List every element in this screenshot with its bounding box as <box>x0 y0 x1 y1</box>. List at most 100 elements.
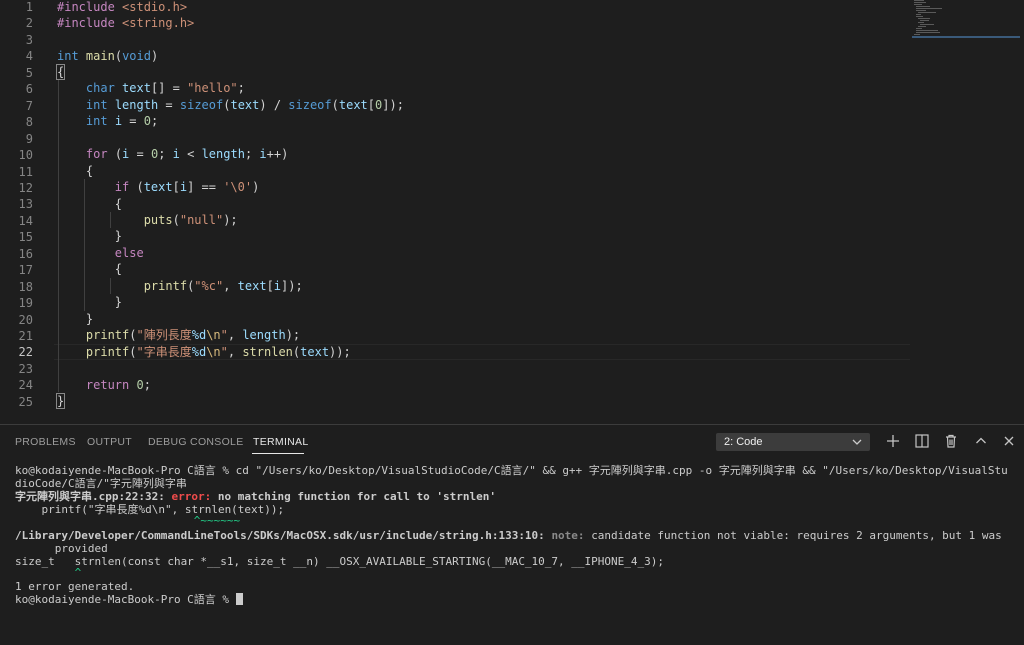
code-token: printf <box>85 328 130 342</box>
active-tab-indicator <box>252 453 304 454</box>
trash-icon[interactable] <box>942 432 960 450</box>
minimap-line <box>916 10 926 11</box>
code-line-1[interactable]: #include <stdio.h> <box>57 0 187 15</box>
bottom-panel: PROBLEMS OUTPUT DEBUG CONSOLE TERMINAL 2… <box>0 425 1024 645</box>
minimap-slider[interactable] <box>912 36 1020 38</box>
prompt-text: ko@kodaiyende-MacBook-Pro C語言 % <box>15 593 236 606</box>
code-line-16[interactable]: else <box>57 245 144 261</box>
line-number: 11 <box>18 164 33 179</box>
chevron-up-icon[interactable] <box>972 432 990 450</box>
terminal-line: 1 error generated. <box>15 580 135 593</box>
error-message: no matching function for call to 'strnle… <box>217 490 496 503</box>
minimap-line <box>916 32 940 33</box>
terminal-select[interactable]: 2: Code <box>716 433 870 451</box>
code-token: i <box>114 114 123 128</box>
code-line-2[interactable]: #include <string.h> <box>57 15 194 31</box>
code-token: text <box>230 98 260 112</box>
line-number: 22 <box>18 345 33 360</box>
code-token: " <box>220 328 228 342</box>
code-token: "hello" <box>187 81 238 95</box>
minimap-line <box>918 12 936 13</box>
terminal-line: ko@kodaiyende-MacBook-Pro C語言 % cd "/Use… <box>15 464 1008 477</box>
code-line-21[interactable]: printf("陣列長度%d\n", length); <box>57 327 300 343</box>
error-marker: ^~~~~~~ <box>15 514 241 527</box>
line-number: 13 <box>18 197 33 212</box>
terminal-line: dioCode/C語言/"字元陣列與字串 <box>15 477 187 490</box>
code-editor[interactable]: 1 2 3 4 5 6 7 8 9 10 11 12 13 14 15 16 17 18 19 20 21 22 23 24 2… <box>0 0 1024 424</box>
line-number: 2 <box>25 16 33 31</box>
code-line-22[interactable]: printf("字串長度%d\n", strnlen(text)); <box>57 344 351 360</box>
code-token: \n <box>206 328 221 342</box>
tab-problems[interactable]: PROBLEMS <box>15 435 76 449</box>
close-icon[interactable] <box>1000 432 1018 450</box>
code-token: %d <box>191 328 207 342</box>
split-icon[interactable] <box>913 432 931 450</box>
minimap-line <box>914 2 926 3</box>
code-token: #include <box>57 0 115 14</box>
code-line-14[interactable]: puts("null"); <box>57 212 238 228</box>
code-line-11[interactable]: { <box>57 163 93 179</box>
tab-output[interactable]: OUTPUT <box>87 435 132 449</box>
code-token: '\0' <box>223 180 253 194</box>
tab-debug-console[interactable]: DEBUG CONSOLE <box>148 435 244 449</box>
code-line-24[interactable]: return 0; <box>57 377 151 393</box>
note-label: note: <box>551 529 592 542</box>
terminal-error-line: 字元陣列與字串.cpp:22:32: error: no matching fu… <box>15 490 496 503</box>
code-token: i <box>179 180 188 194</box>
code-line-17[interactable]: { <box>57 261 122 277</box>
code-line-12[interactable]: if (text[i] == '\0') <box>57 179 260 195</box>
code-line-7[interactable]: int length = sizeof(text) / sizeof(text[… <box>57 97 404 113</box>
code-token: 0 <box>136 378 144 392</box>
minimap-line <box>914 4 922 5</box>
line-number: 14 <box>18 213 33 228</box>
line-number: 19 <box>18 296 33 311</box>
code-token: text <box>143 180 173 194</box>
code-token: strnlen <box>242 345 293 359</box>
terminal-select-value: 2: Code <box>724 436 763 448</box>
code-line-25[interactable]: } <box>55 393 66 409</box>
code-token: "字串長度 <box>136 345 192 359</box>
minimap-line <box>916 28 922 29</box>
minimap-line <box>914 34 920 35</box>
code-line-5[interactable]: { <box>55 64 66 80</box>
line-number: 17 <box>18 263 33 278</box>
terminal-prompt[interactable]: ko@kodaiyende-MacBook-Pro C語言 % <box>15 593 243 606</box>
code-token: i <box>122 147 130 161</box>
code-token: for <box>85 147 108 161</box>
code-line-19[interactable]: } <box>57 294 122 310</box>
code-token: return <box>85 378 130 392</box>
code-token: text <box>122 81 151 95</box>
tab-terminal[interactable]: TERMINAL <box>253 435 309 449</box>
code-token: int <box>85 98 108 112</box>
code-token: puts <box>143 213 173 227</box>
minimap-line <box>916 8 942 9</box>
code-line-20[interactable]: } <box>57 311 93 327</box>
code-token: 0 <box>375 98 383 112</box>
add-icon[interactable] <box>884 432 902 450</box>
code-token: "陣列長度 <box>136 328 192 342</box>
error-label: error: <box>171 490 218 503</box>
code-line-4[interactable]: int main(void) <box>57 48 158 64</box>
terminal-cursor <box>235 593 243 605</box>
code-line-18[interactable]: printf("%c", text[i]); <box>57 278 303 294</box>
line-number: 15 <box>18 230 33 245</box>
minimap-line <box>920 20 929 21</box>
code-token: length <box>114 98 159 112</box>
line-number: 6 <box>25 82 33 97</box>
code-line-8[interactable]: int i = 0; <box>57 113 158 129</box>
line-number: 18 <box>18 279 33 294</box>
line-number: 21 <box>18 329 33 343</box>
code-token: <string.h> <box>122 16 195 30</box>
code-line-15[interactable]: } <box>57 228 122 244</box>
code-token: length <box>242 328 286 342</box>
error-location: 字元陣列與字串.cpp:22:32: <box>15 490 172 503</box>
code-token: i <box>273 279 282 293</box>
terminal-note-line: /Library/Developer/CommandLineTools/SDKs… <box>15 529 1002 542</box>
code-token: text <box>338 98 368 112</box>
code-token: else <box>114 246 144 260</box>
code-line-10[interactable]: for (i = 0; i < length; i++) <box>57 146 288 162</box>
code-line-13[interactable]: { <box>57 196 122 212</box>
minimap-line <box>920 24 934 25</box>
code-line-6[interactable]: char text[] = "hello"; <box>57 80 245 96</box>
line-number: 20 <box>18 312 33 327</box>
